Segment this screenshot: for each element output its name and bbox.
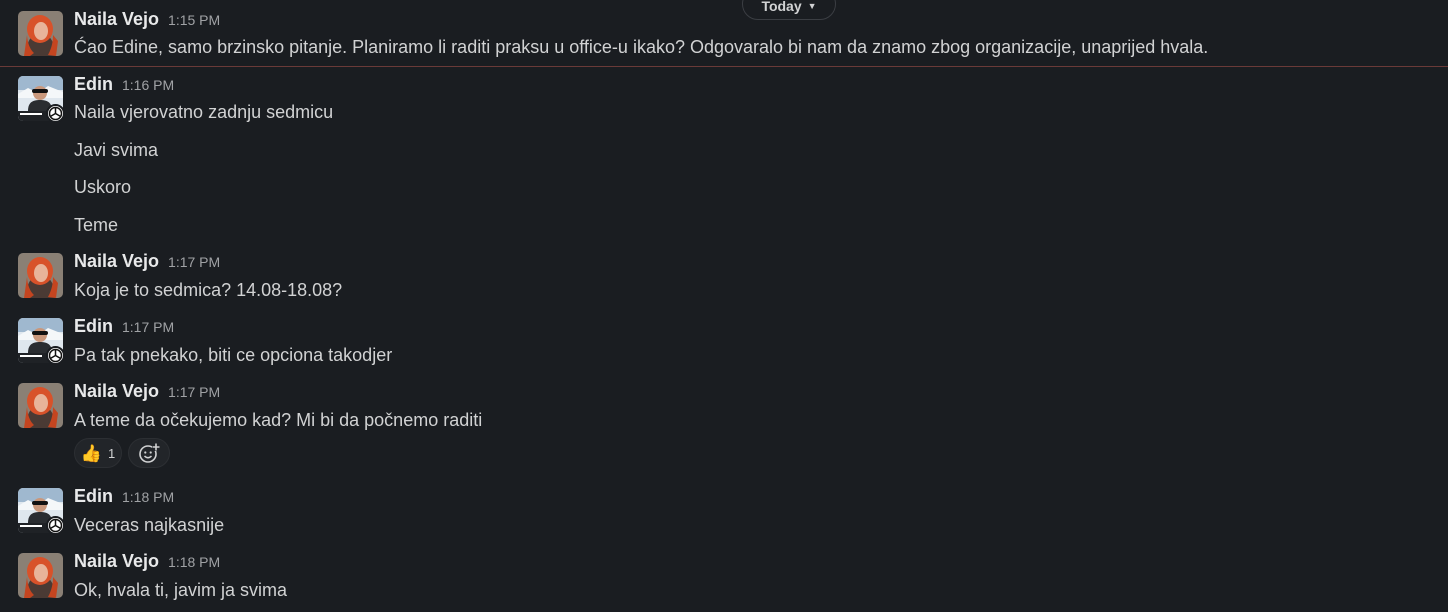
timestamp[interactable]: 1:17 PM bbox=[168, 254, 220, 270]
message-text: Pa tak pnekako, biti ce opciona takodjer bbox=[74, 345, 393, 365]
message-header: Naila Vejo 1:17 PM bbox=[74, 251, 220, 273]
message-header: Edin 1:17 PM bbox=[74, 316, 174, 338]
date-label: Today bbox=[761, 0, 802, 14]
message-header: Naila Vejo 1:15 PM bbox=[74, 9, 220, 31]
message-text: Uskoro bbox=[74, 177, 132, 197]
date-divider-pill[interactable]: Today ▼ bbox=[742, 0, 836, 20]
reaction-thumbs-up[interactable]: 👍 1 bbox=[74, 438, 122, 468]
avatar-naila-vejo[interactable] bbox=[18, 383, 63, 428]
message-text: A teme da očekujemo kad? Mi bi da počnem… bbox=[74, 410, 483, 430]
message-text: Naila vjerovatno zadnju sedmicu bbox=[74, 102, 334, 122]
message-header: Edin 1:18 PM bbox=[74, 486, 174, 508]
sender-name[interactable]: Naila Vejo bbox=[74, 251, 159, 272]
sender-name[interactable]: Edin bbox=[74, 74, 113, 95]
reaction-count: 1 bbox=[107, 445, 116, 461]
message-text: Ćao Edine, samo brzinsko pitanje. Planir… bbox=[74, 37, 1209, 57]
add-reaction-icon bbox=[139, 443, 160, 463]
avatar-naila-vejo[interactable] bbox=[18, 11, 63, 56]
status-badge-icon bbox=[46, 346, 65, 365]
message-text: Ok, hvala ti, javim ja svima bbox=[74, 580, 288, 600]
status-badge-icon bbox=[46, 104, 65, 123]
sender-name[interactable]: Edin bbox=[74, 316, 113, 337]
message-header: Naila Vejo 1:18 PM bbox=[74, 551, 220, 573]
timestamp[interactable]: 1:18 PM bbox=[122, 489, 174, 505]
message-text: Veceras najkasnije bbox=[74, 515, 225, 535]
avatar-naila-vejo[interactable] bbox=[18, 553, 63, 598]
message-pane: Today ▼ Naila Vejo 1:15 PM Ćao Edine, sa… bbox=[0, 0, 1448, 612]
new-messages-divider bbox=[0, 66, 1448, 67]
status-badge-icon bbox=[46, 516, 65, 535]
sender-name[interactable]: Naila Vejo bbox=[74, 381, 159, 402]
timestamp[interactable]: 1:18 PM bbox=[168, 554, 220, 570]
sender-name[interactable]: Naila Vejo bbox=[74, 9, 159, 30]
timestamp[interactable]: 1:17 PM bbox=[168, 384, 220, 400]
sender-name[interactable]: Naila Vejo bbox=[74, 551, 159, 572]
message-text: Teme bbox=[74, 215, 119, 235]
message-text: Javi svima bbox=[74, 140, 159, 160]
message-header: Naila Vejo 1:17 PM bbox=[74, 381, 220, 403]
sender-name[interactable]: Edin bbox=[74, 486, 113, 507]
thumbs-up-icon: 👍 bbox=[80, 443, 102, 463]
message-header: Edin 1:16 PM bbox=[74, 74, 174, 96]
timestamp[interactable]: 1:15 PM bbox=[168, 12, 220, 28]
timestamp[interactable]: 1:17 PM bbox=[122, 319, 174, 335]
add-reaction-button[interactable] bbox=[128, 438, 170, 468]
avatar-naila-vejo[interactable] bbox=[18, 253, 63, 298]
chevron-down-icon: ▼ bbox=[807, 1, 817, 11]
message-text: Koja je to sedmica? 14.08-18.08? bbox=[74, 280, 343, 300]
timestamp[interactable]: 1:16 PM bbox=[122, 77, 174, 93]
